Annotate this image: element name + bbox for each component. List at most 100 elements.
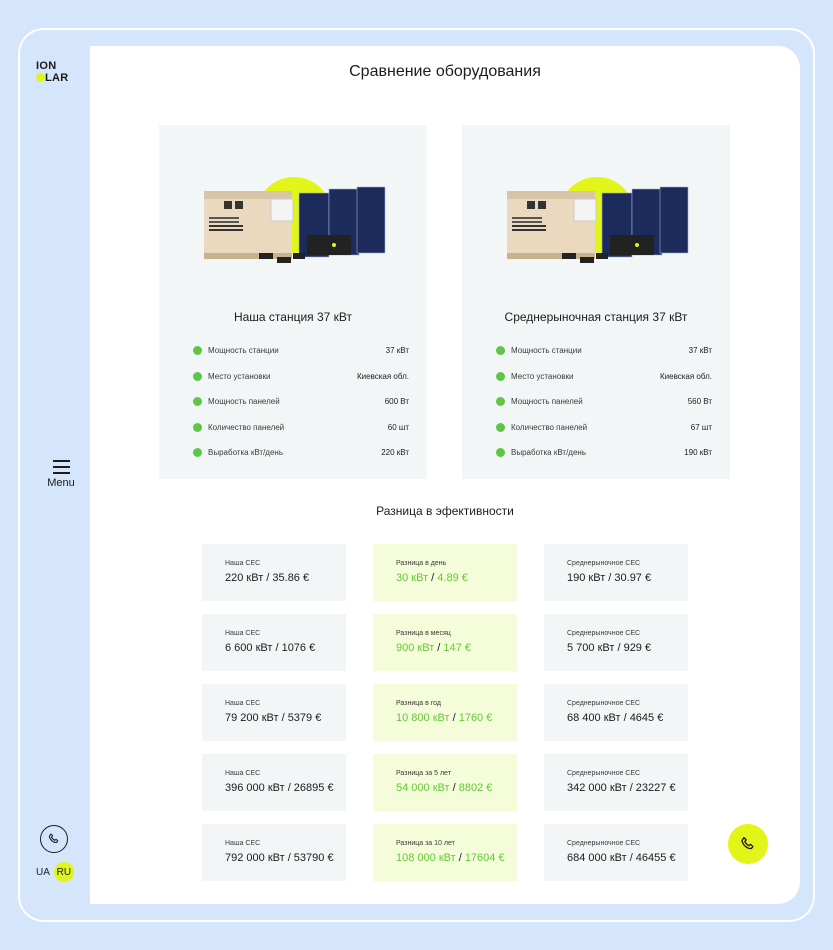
spec-label: Мощность панелей [511,397,583,406]
cell-value: 900 кВт / 147 € [396,642,471,654]
bullet-dot-icon [496,371,505,381]
our-ses-cell: Наша СЕС 6 600 кВт / 1076 € [202,614,346,671]
cell-label: Среднерыночное СЕС [567,700,641,707]
cell-value: 108 000 кВт / 17604 € [396,852,505,864]
spec-row: Мощность панелей 600 Вт [193,397,409,406]
difference-cell: Разница в год 10 800 кВт / 1760 € [373,684,517,741]
spec-row: Место установки Киевская обл. [496,371,712,381]
cell-value: 190 кВт / 30.97 € [567,572,652,584]
bullet-dot-icon [496,397,505,406]
spec-row: Выработка кВт/день 190 кВт [496,448,712,457]
spec-row: Выработка кВт/день 220 кВт [193,448,409,457]
solar-kit-image [507,177,689,263]
our-ses-cell: Наша СЕС 396 000 кВт / 26895 € [202,754,346,811]
spec-row: Количество панелей 67 шт [496,422,712,432]
spec-value: Киевская обл. [660,371,712,381]
spec-row: Место установки Киевская обл. [193,371,409,381]
cell-value: 792 000 кВт / 53790 € [225,852,334,864]
cell-label: Наша СЕС [225,840,261,847]
main-content: Сравнение оборудования Наша станция 37 к… [90,46,800,904]
bullet-dot-icon [193,346,202,355]
spec-value: 67 шт [690,422,712,432]
cell-label: Среднерыночное СЕС [567,560,641,567]
cell-label: Среднерыночное СЕС [567,630,641,637]
cell-value: 79 200 кВт / 5379 € [225,712,322,724]
our-ses-cell: Наша СЕС 79 200 кВт / 5379 € [202,684,346,741]
cell-value: 5 700 кВт / 929 € [567,642,652,654]
call-button[interactable] [728,824,768,864]
cell-value: 684 000 кВт / 46455 € [567,852,676,864]
cell-label: Наша СЕС [225,560,261,567]
card-title: Среднерыночная станция 37 кВт [504,310,688,324]
logo-dot-icon [36,73,45,82]
page-title: Сравнение оборудования [349,63,541,80]
difference-cell: Разница за 5 лет 54 000 кВт / 8802 € [373,754,517,811]
phone-icon [741,836,754,850]
spec-label: Место установки [208,371,271,381]
cell-value: 54 000 кВт / 8802 € [396,782,493,794]
card-title: Наша станция 37 кВт [233,310,353,324]
phone-button[interactable] [40,825,68,853]
our-ses-cell: Наша СЕС 792 000 кВт / 53790 € [202,824,346,881]
spec-value: 37 кВт [385,346,409,355]
spec-label: Выработка кВт/день [511,448,587,457]
market-ses-cell: Среднерыночное СЕС 68 400 кВт / 4645 € [544,684,688,741]
bullet-dot-icon [496,346,505,355]
difference-cell: Разница за 10 лет 108 000 кВт / 17604 € [373,824,517,881]
cell-value: 220 кВт / 35.86 € [225,572,310,584]
spec-value: 37 кВт [688,346,712,355]
language-switcher: UA RU [36,862,74,882]
difference-title: Разница в эфективности [376,504,514,518]
bullet-dot-icon [496,422,505,432]
cell-label: Разница в день [396,560,447,567]
difference-cell: Разница в месяц 900 кВт / 147 € [373,614,517,671]
difference-cell: Разница в день 30 кВт / 4.89 € [373,544,517,601]
solar-kit-image [204,177,386,263]
spec-value: 60 шт [387,422,409,432]
spec-label: Место установки [511,371,574,381]
cell-label: Разница в месяц [396,630,451,637]
bullet-dot-icon [193,371,202,381]
spec-value: 190 кВт [684,448,712,457]
menu-button[interactable]: Menu [39,460,83,489]
cell-value: 6 600 кВт / 1076 € [225,642,316,654]
cell-label: Среднерыночное СЕС [567,840,641,847]
spec-label: Мощность панелей [208,397,280,406]
lang-ru[interactable]: RU [53,862,74,882]
bullet-dot-icon [193,448,202,457]
spec-row: Мощность станции 37 кВт [496,346,712,355]
bullet-dot-icon [193,397,202,406]
cell-label: Разница в год [396,700,441,707]
spec-value: 220 кВт [381,448,409,457]
spec-label: Мощность станции [511,346,582,355]
market-ses-cell: Среднерыночное СЕС 5 700 кВт / 929 € [544,614,688,671]
cell-label: Наша СЕС [225,770,261,777]
cell-label: Разница за 5 лет [396,770,451,777]
our-ses-cell: Наша СЕС 220 кВт / 35.86 € [202,544,346,601]
sidebar: ION SLAR Menu UA RU [20,30,90,920]
cell-label: Разница за 10 лет [396,840,455,847]
brand-logo[interactable]: ION SLAR [36,61,69,84]
hamburger-icon [39,460,83,474]
cell-value: 396 000 кВт / 26895 € [225,782,334,794]
spec-row: Мощность панелей 560 Вт [496,397,712,406]
spec-label: Мощность станции [208,346,279,355]
menu-label: Menu [47,477,75,489]
cell-label: Среднерыночное СЕС [567,770,641,777]
spec-label: Количество панелей [511,422,588,432]
lang-ua[interactable]: UA [36,867,50,878]
spec-value: 600 Вт [384,397,409,406]
cell-value: 30 кВт / 4.89 € [396,572,468,584]
spec-value: 560 Вт [687,397,712,406]
spec-label: Количество панелей [208,422,285,432]
spec-value: Киевская обл. [357,371,409,381]
market-ses-cell: Среднерыночное СЕС 684 000 кВт / 46455 € [544,824,688,881]
cell-value: 342 000 кВт / 23227 € [567,782,676,794]
cell-value: 10 800 кВт / 1760 € [396,712,493,724]
spec-row: Количество панелей 60 шт [193,422,409,432]
market-ses-cell: Среднерыночное СЕС 190 кВт / 30.97 € [544,544,688,601]
bullet-dot-icon [193,422,202,432]
spec-row: Мощность станции 37 кВт [193,346,409,355]
phone-icon [48,833,59,844]
cell-value: 68 400 кВт / 4645 € [567,712,664,724]
